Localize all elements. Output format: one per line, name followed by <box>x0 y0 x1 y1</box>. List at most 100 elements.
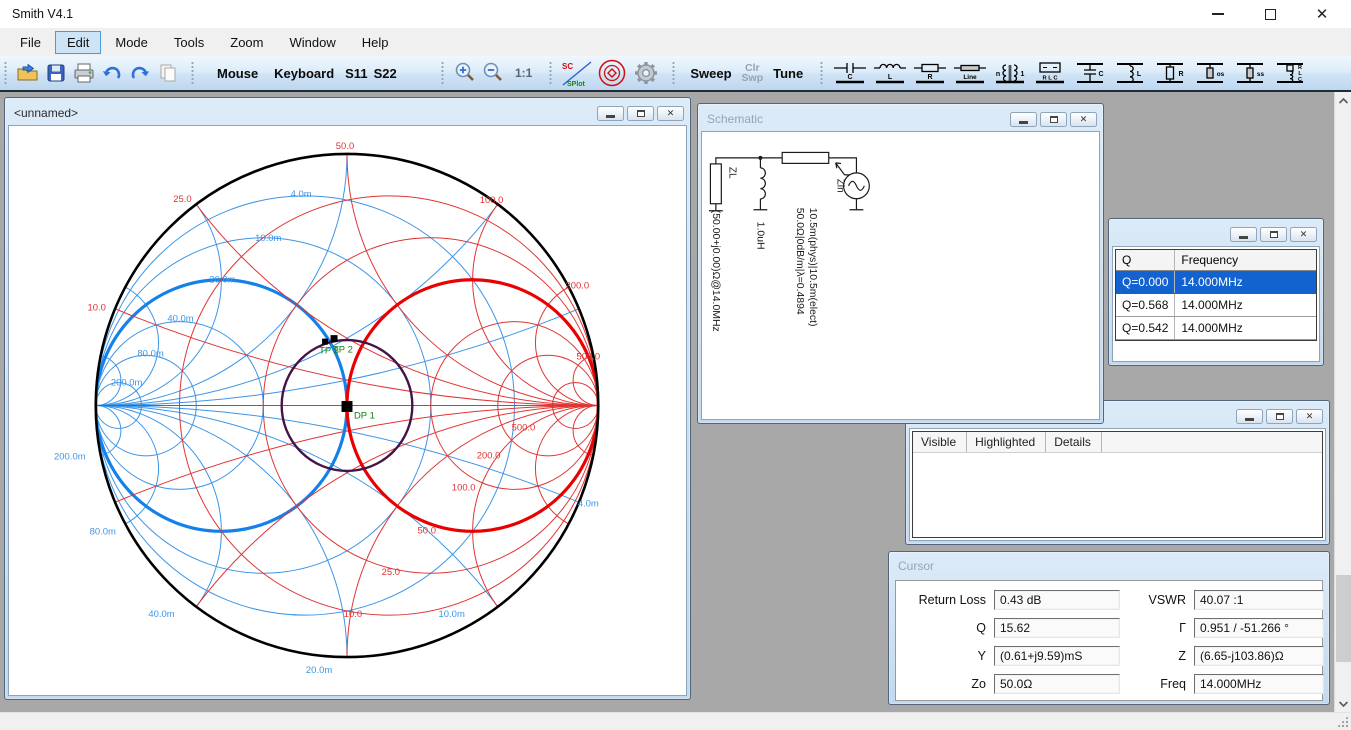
shunt-inductor-button[interactable]: L <box>1110 58 1150 88</box>
mouse-button[interactable]: Mouse <box>209 62 266 85</box>
transformer-button[interactable]: n1 <box>990 58 1030 88</box>
menu-help[interactable]: Help <box>350 31 401 54</box>
scroll-down-button[interactable] <box>1335 695 1351 712</box>
datapoints-table[interactable]: QFrequency Q=0.00014.000MHzQ=0.56814.000… <box>1116 250 1316 340</box>
svg-text:40.0m: 40.0m <box>148 609 174 620</box>
svg-text:C: C <box>1099 71 1104 78</box>
close-button[interactable]: ✕ <box>1296 409 1323 424</box>
svg-text:SPlot: SPlot <box>567 81 586 88</box>
vertical-scrollbar[interactable] <box>1334 92 1351 712</box>
minimize-button[interactable] <box>1230 227 1257 242</box>
cursor-field-value[interactable]: 40.07 :1 <box>1194 590 1324 610</box>
undo-button[interactable] <box>98 59 126 87</box>
main-titlebar: Smith V4.1 ✕ <box>0 0 1351 28</box>
series-inductor-button[interactable]: L <box>870 58 910 88</box>
mode-toolbar-section: Mouse Keyboard S11 S22 <box>187 56 437 90</box>
menu-edit[interactable]: Edit <box>55 31 101 54</box>
datapoints-column-q[interactable]: Q <box>1116 250 1175 271</box>
tune-button[interactable]: Tune <box>765 62 811 85</box>
minimize-button[interactable] <box>1010 112 1037 127</box>
menu-zoom[interactable]: Zoom <box>218 31 275 54</box>
series-rlc-button[interactable]: R L C <box>1030 58 1070 88</box>
datapoints-column-frequency[interactable]: Frequency <box>1175 250 1316 271</box>
shunt-resistor-button[interactable]: R <box>1150 58 1190 88</box>
clear-sweep-button[interactable]: Clr Swp <box>740 63 766 83</box>
series-capacitor-button[interactable]: C <box>830 58 870 88</box>
minimize-button[interactable] <box>1207 3 1229 25</box>
datapoint-row[interactable]: Q=0.00014.000MHz <box>1116 271 1316 294</box>
sweep-button[interactable]: Sweep <box>682 62 739 85</box>
menu-file[interactable]: File <box>8 31 53 54</box>
details-table-body[interactable] <box>913 453 1322 537</box>
transmission-line-button[interactable]: Line <box>950 58 990 88</box>
schematic-canvas[interactable]: ZL(50.00+j0.00)Ω@14.0MHz1.0uH50.0Ω|0dB/m… <box>701 131 1100 420</box>
restore-button[interactable] <box>1260 227 1287 242</box>
shunt-rlc-button[interactable]: RLC <box>1270 58 1310 88</box>
short-stub-button[interactable]: ss <box>1230 58 1270 88</box>
menu-tools[interactable]: Tools <box>162 31 216 54</box>
zoom-toolbar-section: 1:1 <box>437 56 545 90</box>
sc-splot-toggle-button[interactable]: SC SPlot <box>559 59 595 87</box>
close-button[interactable]: ✕ <box>1290 227 1317 242</box>
resize-grip-icon[interactable] <box>1337 716 1348 727</box>
menu-mode[interactable]: Mode <box>103 31 160 54</box>
datapoints-window: ✕ QFrequency Q=0.00014.000MHzQ=0.56814.0… <box>1108 218 1324 366</box>
smith-chart-canvas[interactable]: 10.025.050.0100.0200.0500.010.025.050.01… <box>8 125 687 696</box>
copy-button[interactable] <box>154 59 182 87</box>
details-column-visible[interactable]: Visible <box>913 432 967 452</box>
maximize-button[interactable] <box>1259 3 1281 25</box>
magnifier-minus-icon <box>481 61 505 85</box>
svg-text:10.0m: 10.0m <box>439 609 465 620</box>
cursor-field-value[interactable]: 15.62 <box>994 618 1120 638</box>
details-table-header[interactable]: VisibleHighlightedDetails <box>913 432 1322 453</box>
datapoint-row[interactable]: Q=0.56814.000MHz <box>1116 294 1316 317</box>
close-button[interactable]: ✕ <box>1070 112 1097 127</box>
minimize-button[interactable] <box>597 106 624 121</box>
cursor-window-titlebar[interactable]: Cursor <box>892 555 1326 577</box>
shunt-capacitor-button[interactable]: C <box>1070 58 1110 88</box>
schematic-window-titlebar[interactable]: Schematic ✕ <box>701 107 1100 131</box>
restore-button[interactable] <box>627 106 654 121</box>
series-resistor-button[interactable]: R <box>910 58 950 88</box>
close-icon[interactable]: ✕ <box>1311 3 1333 25</box>
settings-button[interactable] <box>629 59 663 87</box>
redo-button[interactable] <box>126 59 154 87</box>
scroll-up-button[interactable] <box>1335 92 1351 109</box>
cursor-field-value[interactable]: 14.000MHz <box>1194 674 1324 694</box>
svg-text:10.5m(phys)|10.5m(elect): 10.5m(phys)|10.5m(elect) <box>807 208 818 327</box>
undo-arrow-icon <box>101 62 123 84</box>
cursor-field-value[interactable]: 0.43 dB <box>994 590 1120 610</box>
scrollbar-thumb[interactable] <box>1336 575 1351 662</box>
close-button[interactable]: ✕ <box>657 106 684 121</box>
schematic-svg: ZL(50.00+j0.00)Ω@14.0MHz1.0uH50.0Ω|0dB/m… <box>702 132 1099 419</box>
details-column-highlighted[interactable]: Highlighted <box>967 432 1046 452</box>
s22-button[interactable]: S22 <box>371 62 400 85</box>
cursor-field-label: Z <box>1128 649 1186 663</box>
menu-window[interactable]: Window <box>277 31 347 54</box>
chevron-down-icon <box>1338 700 1349 708</box>
zoom-in-button[interactable] <box>451 59 479 87</box>
cursor-field-value[interactable]: (0.61+j9.59)mS <box>994 646 1120 666</box>
restore-button[interactable] <box>1040 112 1067 127</box>
zoom-out-button[interactable] <box>479 59 507 87</box>
open-stub-button[interactable]: os <box>1190 58 1230 88</box>
minimize-button[interactable] <box>1236 409 1263 424</box>
save-button[interactable] <box>42 59 70 87</box>
datapoint-row[interactable]: Q=0.54214.000MHz <box>1116 317 1316 340</box>
open-file-button[interactable] <box>14 59 42 87</box>
zoom-1-1-button[interactable]: 1:1 <box>507 66 540 80</box>
magnifier-plus-icon <box>453 61 477 85</box>
smith-window-titlebar[interactable]: <unnamed> ✕ <box>8 101 687 125</box>
cursor-field-value[interactable]: 50.0Ω <box>994 674 1120 694</box>
cursor-field-value[interactable]: (6.65-j103.86)Ω <box>1194 646 1324 666</box>
smith-chart-button[interactable] <box>595 59 629 87</box>
s11-button[interactable]: S11 <box>342 62 370 85</box>
transformer-icon: n1 <box>993 61 1027 85</box>
cursor-field-value[interactable]: 0.951 / -51.266 ° <box>1194 618 1324 638</box>
restore-button[interactable] <box>1266 409 1293 424</box>
details-column-details[interactable]: Details <box>1046 432 1102 452</box>
datapoints-window-titlebar[interactable]: ✕ <box>1112 222 1320 246</box>
datapoint-cell: Q=0.568 <box>1116 294 1175 317</box>
keyboard-button[interactable]: Keyboard <box>266 62 342 85</box>
print-button[interactable] <box>70 59 98 87</box>
